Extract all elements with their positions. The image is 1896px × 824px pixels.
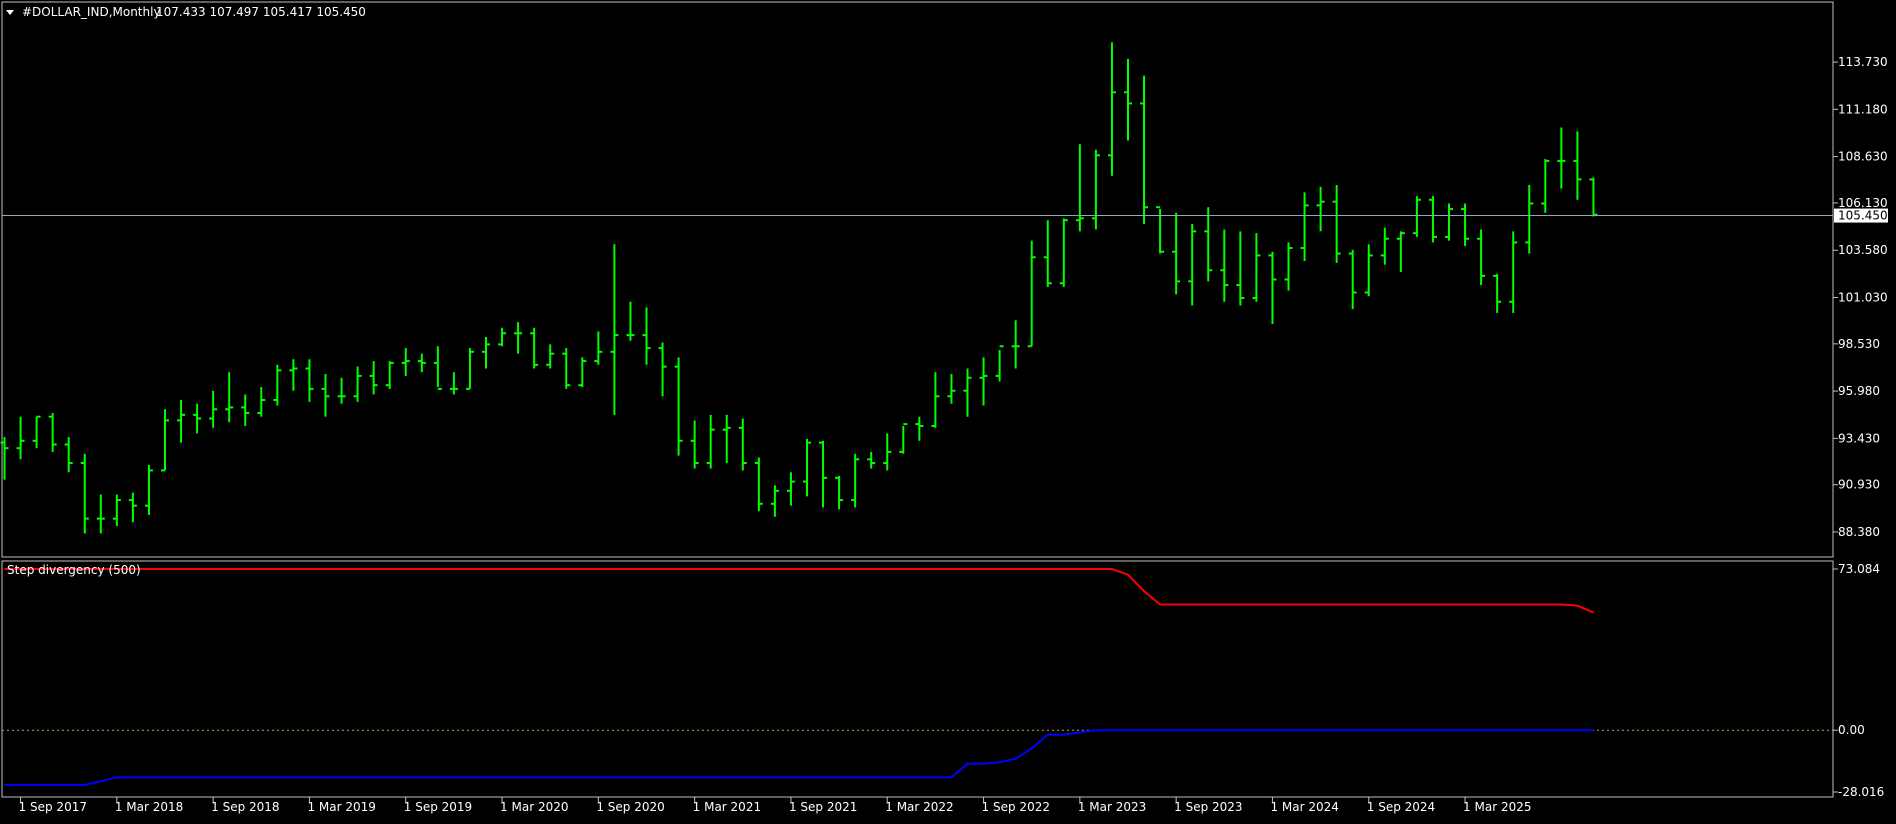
main-price-axis: 113.730111.180108.630106.130103.580101.0… xyxy=(1833,55,1888,539)
chart-title: #DOLLAR_IND,Monthly xyxy=(22,5,161,19)
time-tick-label: 1 Sep 2019 xyxy=(404,800,472,814)
time-tick-label: 1 Mar 2022 xyxy=(885,800,953,814)
price-tick-label: 101.030 xyxy=(1838,290,1888,304)
indicator-label: Step divergency (500) xyxy=(7,563,141,577)
current-price-label: 105.450 xyxy=(1838,209,1888,223)
time-tick-label: 1 Sep 2022 xyxy=(982,800,1050,814)
time-tick-label: 1 Sep 2018 xyxy=(211,800,279,814)
time-tick-label: 1 Sep 2020 xyxy=(596,800,664,814)
time-tick-label: 1 Mar 2023 xyxy=(1078,800,1146,814)
price-tick-label: 103.580 xyxy=(1838,243,1888,257)
price-tick-label: 98.530 xyxy=(1838,337,1880,351)
price-tick-label: 90.930 xyxy=(1838,478,1880,492)
price-tick-label: 111.180 xyxy=(1838,102,1888,116)
time-tick-label: 1 Sep 2017 xyxy=(19,800,87,814)
time-tick-label: 1 Mar 2018 xyxy=(115,800,183,814)
ohlc-readout: 107.433 107.497 105.417 105.450 xyxy=(156,5,366,19)
chart-root: 113.730 111.180 108.630 106.130 103.580 101.0… xyxy=(0,0,1896,820)
price-tick-label: 88.380 xyxy=(1838,525,1880,539)
price-tick-label: 108.630 xyxy=(1838,150,1888,164)
time-tick-label: 1 Mar 2025 xyxy=(1463,800,1531,814)
time-tick-label: 1 Mar 2024 xyxy=(1270,800,1338,814)
indicator-tick-label: -28.016 xyxy=(1838,785,1884,799)
indicator-panel-frame xyxy=(1,560,1834,798)
time-tick-label: 1 Mar 2021 xyxy=(693,800,761,814)
time-tick-label: 1 Sep 2024 xyxy=(1367,800,1435,814)
time-tick-label: 1 Sep 2023 xyxy=(1174,800,1242,814)
indicator-tick-label: 73.084 xyxy=(1838,562,1880,576)
time-tick-label: 1 Sep 2021 xyxy=(789,800,857,814)
chart-canvas: 113.730111.180108.630106.130103.580101.0… xyxy=(0,1,1888,814)
time-tick-label: 1 Mar 2019 xyxy=(307,800,375,814)
time-axis: 1 Sep 2017 1 Mar 2018 1 Sep 2018 1 Mar 2019… xyxy=(19,797,1532,814)
main-panel-frame xyxy=(1,1,1834,558)
indicator-tick-label: 0.00 xyxy=(1838,723,1865,737)
price-tick-label: 95.980 xyxy=(1838,384,1880,398)
price-tick-label: 113.730 xyxy=(1838,55,1888,69)
time-tick-label: 1 Mar 2020 xyxy=(500,800,568,814)
price-tick-label: 93.430 xyxy=(1838,431,1880,445)
